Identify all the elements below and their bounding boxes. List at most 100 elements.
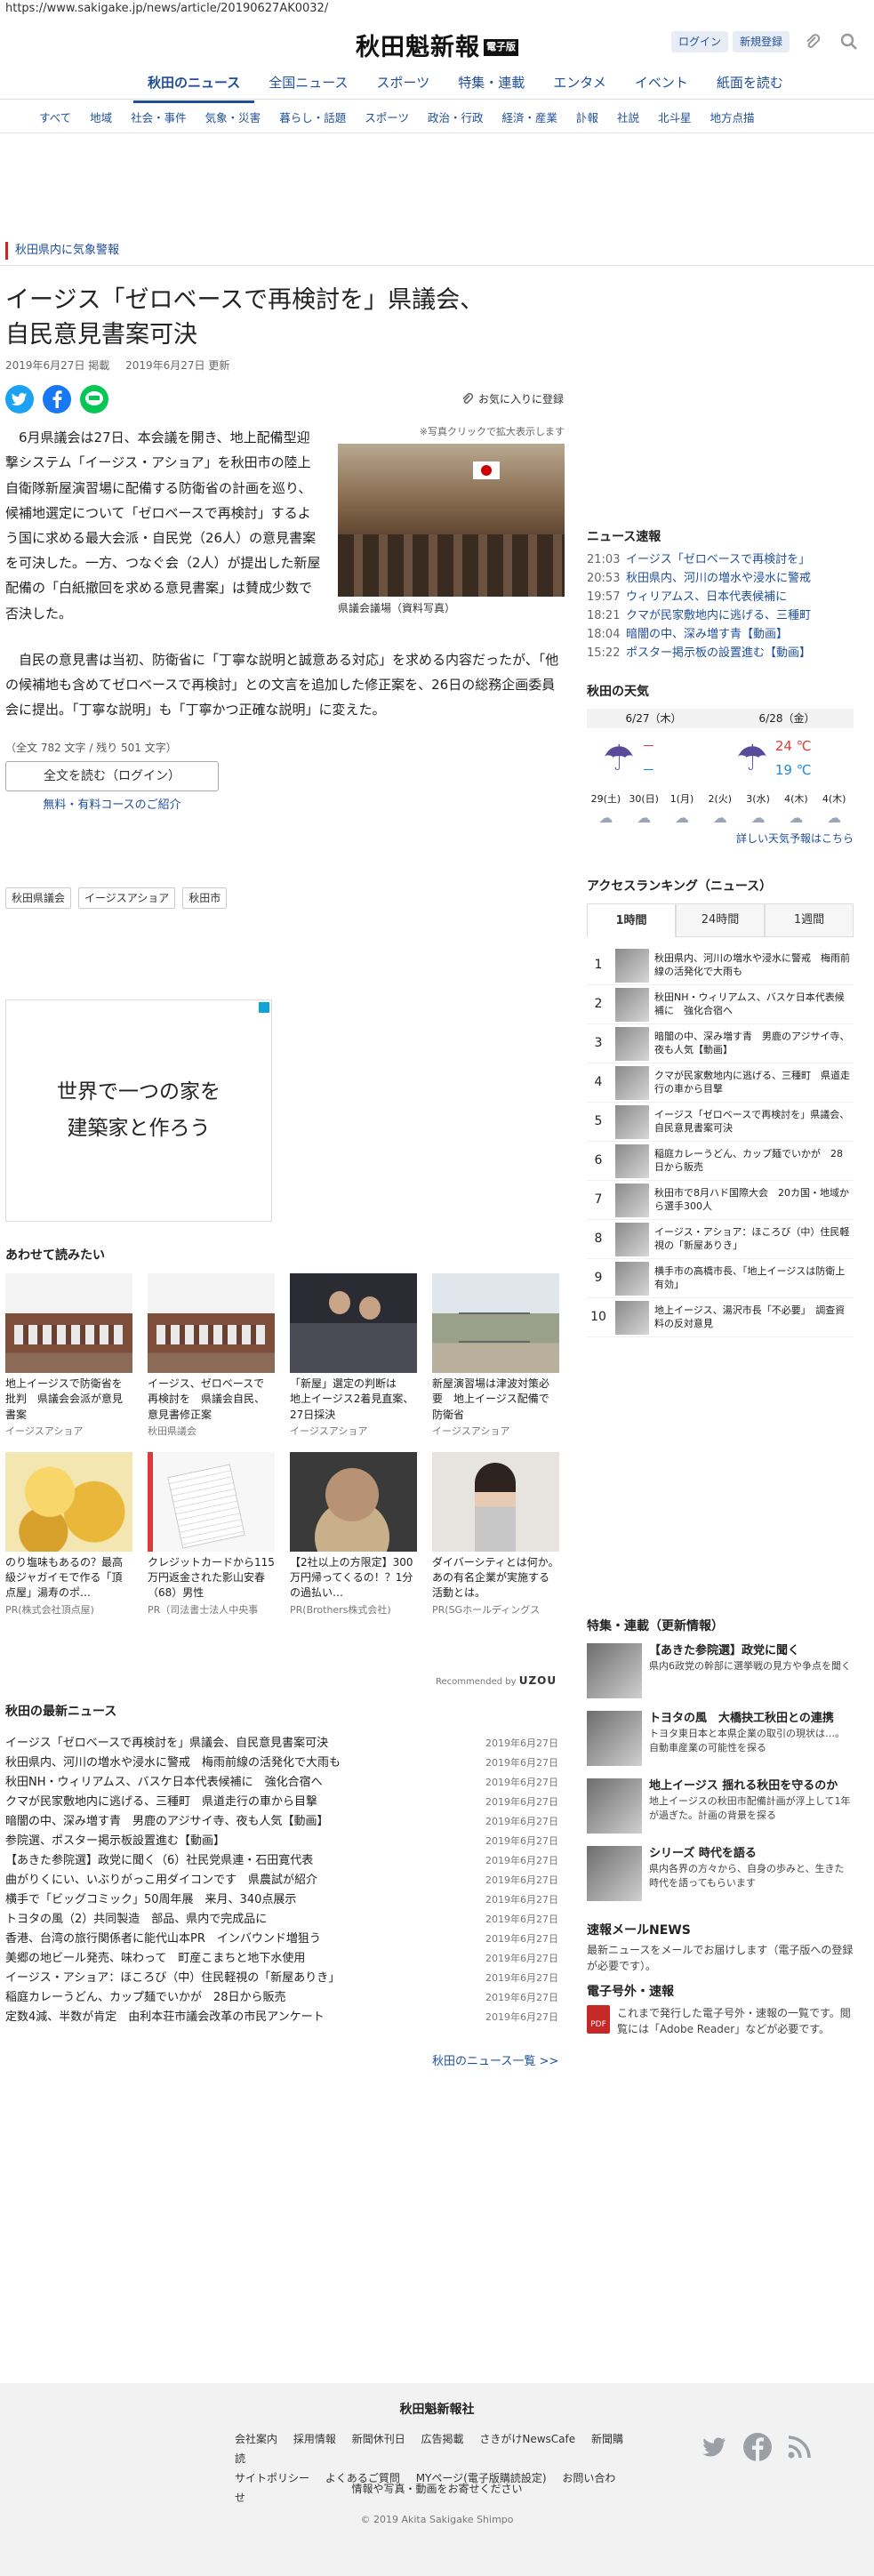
- also-read-card[interactable]: 新屋演習場は津波対策必要 地上イージス配備で防衛省 イージスアショア: [432, 1273, 559, 1440]
- also-read-title: あわせて読みたい: [5, 1248, 105, 1263]
- subnav-politics[interactable]: 政治・行政: [428, 110, 484, 127]
- list-item[interactable]: 20:53 秋田県内、河川の増水や浸水に警戒: [587, 569, 854, 588]
- list-item[interactable]: 横手で「ビッグコミック」50周年展 来月、340点展示 2019年6月27日: [5, 1890, 558, 1910]
- nav-sports[interactable]: スポーツ: [363, 69, 445, 103]
- nav-national-news[interactable]: 全国ニュース: [254, 69, 362, 103]
- list-item[interactable]: 曲がりくにい、いぶりがっこ用ダイコンです 県農試が紹介 2019年6月27日: [5, 1871, 558, 1890]
- nav-features[interactable]: 特集・連載: [444, 69, 539, 103]
- footer-link[interactable]: 採用情報: [293, 2433, 336, 2445]
- list-item[interactable]: 秋田県内、河川の増水や浸水に警戒 梅雨前線の活発化で大雨も 2019年6月27日: [5, 1753, 558, 1773]
- tab-1hour[interactable]: 1時間: [587, 903, 676, 937]
- footer-link[interactable]: 広告掲載: [421, 2433, 464, 2445]
- feature-item[interactable]: 【あきた参院選】政党に聞く 県内6政党の幹部に選挙戦の見方や争点を聞く: [587, 1643, 854, 1704]
- subnav-editorial[interactable]: 社説: [617, 110, 639, 127]
- ranking-item[interactable]: 3 暗闇の中、深み増す青 男鹿のアジサイ寺、夜も人気【動画】: [587, 1024, 854, 1063]
- sponsored-card[interactable]: ダイバーシティとは何か。あの有名企業が実施する活動とは。 PR(SGホールディング…: [432, 1451, 559, 1618]
- latest-news-more-link[interactable]: 秋田のニュース一覧 >>: [432, 2053, 558, 2071]
- ranking-item[interactable]: 2 秋田NH・ウィリアムス、バスケ日本代表候補に 強化合宿へ: [587, 985, 854, 1024]
- nav-paper[interactable]: 紙面を読む: [702, 69, 798, 103]
- features-updates: 特集・連載（更新情報） 【あきた参院選】政党に聞く 県内6政党の幹部に選挙戦の見方…: [587, 1617, 854, 1906]
- line-icon[interactable]: [80, 385, 108, 414]
- nav-entertainment[interactable]: エンタメ: [539, 69, 621, 103]
- footer-link[interactable]: 会社案内: [235, 2433, 277, 2445]
- tag-prefectural-assembly[interactable]: 秋田県議会: [5, 887, 72, 909]
- list-item[interactable]: 定数4減、半数が肯定 由利本荘市議会改革の市民アンケート 2019年6月27日: [5, 2008, 558, 2027]
- list-item[interactable]: イージス・アショア：ほころび（中）住民軽視の「新屋ありき」 2019年6月27日: [5, 1969, 558, 1988]
- umbrella-icon: ☂: [603, 738, 635, 779]
- site-logo[interactable]: 秋田魁新報 電子版: [356, 30, 518, 67]
- plans-link[interactable]: 無料・有料コースのご紹介: [5, 797, 219, 815]
- list-item[interactable]: 香港、台湾の旅行関係者に能代山本PR インバウンド増狙う 2019年6月27日: [5, 1930, 558, 1949]
- ranking-item[interactable]: 10 地上イージス、湯沢市長「不必要」 調查資料の反対意見: [587, 1298, 854, 1337]
- sponsored-card[interactable]: のり塩味もあるの？最高級ジャガイモで作る「頂点屋」湯寿のポ… PR(株式会社頂点屋…: [5, 1451, 132, 1618]
- facebook-icon[interactable]: [743, 2433, 772, 2468]
- subnav-all[interactable]: すべて: [39, 110, 71, 127]
- ranking-item[interactable]: 1 秋田県内、河川の増水や浸水に警戒 梅雨前線の活発化で大雨も: [587, 946, 854, 985]
- e-extra-title[interactable]: 電子号外・速報: [587, 1983, 854, 2002]
- tab-1week[interactable]: 1週間: [765, 903, 854, 937]
- feature-item[interactable]: トヨタの風 大橋抉工秋田との連携 トヨタ東日本と本県企業の取引の現状は…。自動車産…: [587, 1711, 854, 1771]
- sponsored-card[interactable]: 【2社以上の方限定】300万円帰ってくるの！？1分の過払い… PR(Brother…: [290, 1451, 417, 1618]
- twitter-icon[interactable]: [702, 2436, 727, 2464]
- ranking-item[interactable]: 9 横手市の高橋市長、「地上イージスは防衛上有効」: [587, 1259, 854, 1298]
- subnav-local[interactable]: 地方点描: [710, 110, 755, 127]
- list-item[interactable]: トヨタの風（2）共同製造 部品、県内で完成品に 2019年6月27日: [5, 1910, 558, 1930]
- login-button[interactable]: ログイン: [671, 31, 729, 52]
- subnav-life[interactable]: 暮らし・話題: [279, 110, 346, 127]
- footer-link[interactable]: さきがけNewsCafe: [479, 2433, 575, 2445]
- list-item[interactable]: 稲庭カレーうどん、カップ麺でいかが 28日から販売 2019年6月27日: [5, 1988, 558, 2008]
- list-item[interactable]: 19:57 ウィリアムス、日本代表候補に: [587, 588, 854, 606]
- list-item[interactable]: 15:22 ポスター掲示板の設置進む【動画】: [587, 644, 854, 662]
- list-item[interactable]: 18:21 クマが民家敷地内に逃げる、三種町: [587, 606, 854, 625]
- list-item[interactable]: 18:04 暗闇の中、深み増す青【動画】: [587, 625, 854, 644]
- subnav-hokutosei[interactable]: 北斗星: [658, 110, 692, 127]
- ranking-item[interactable]: 5 イージス「ゼロベースで再検討を」県議会、自民意見書案可決: [587, 1103, 854, 1142]
- subnav-society[interactable]: 社会・事件: [131, 110, 187, 127]
- ranking-item[interactable]: 6 稲庭カレーうどん、カップ麺でいかが 28日から販売: [587, 1142, 854, 1181]
- rss-icon[interactable]: [788, 2436, 811, 2465]
- list-item[interactable]: 秋田NH・ウィリアムス、バスケ日本代表候補に 強化合宿へ 2019年6月27日: [5, 1773, 558, 1793]
- subnav-region[interactable]: 地域: [90, 110, 112, 127]
- subnav-sports[interactable]: スポーツ: [365, 110, 409, 127]
- subnav-obituary[interactable]: 訃報: [576, 110, 598, 127]
- search-icon[interactable]: [836, 28, 862, 55]
- clip-icon[interactable]: [799, 28, 826, 55]
- read-full-button[interactable]: 全文を読む（ログイン）: [5, 761, 219, 792]
- add-favorite-button[interactable]: お気に入りに登録: [461, 391, 564, 407]
- list-item[interactable]: 美郷の地ビール発売、味わって 町産こまちと地下水使用 2019年6月27日: [5, 1949, 558, 1969]
- footer-link[interactable]: 新聞休刊日: [352, 2433, 405, 2445]
- list-item[interactable]: 暗闇の中、深み増す青 男鹿のアジサイ寺、夜も人気【動画】 2019年6月27日: [5, 1812, 558, 1832]
- also-read-card[interactable]: 地上イージスで防衛省を批判 県議会会派が意見書案 イージスアショア: [5, 1273, 132, 1440]
- subnav-economy[interactable]: 経済・産業: [501, 110, 557, 127]
- advertisement[interactable]: 世界で一つの家を 建築家と作ろう: [5, 999, 272, 1222]
- feature-item[interactable]: シリーズ 時代を語る 県内各界の方々から、自身の歩みと、生きた時代を語ってもらいま…: [587, 1846, 854, 1906]
- twitter-icon[interactable]: [5, 385, 34, 414]
- also-read-card[interactable]: 「新屋」選定の判断は 地上イージス2着見直案、27日採決 イージスアショア: [290, 1273, 417, 1440]
- recommended-by[interactable]: Recommended by UZOU: [436, 1673, 557, 1689]
- ranking-item[interactable]: 7 秋田市で8月ハド国際大会 20カ国・地域から選手300人: [587, 1181, 854, 1220]
- list-item[interactable]: 21:03 イージス「ゼロベースで再検討を」: [587, 550, 854, 569]
- facebook-icon[interactable]: [43, 385, 71, 414]
- tab-24hours[interactable]: 24時間: [676, 903, 765, 937]
- nav-events[interactable]: イベント: [621, 69, 702, 103]
- ranking-item[interactable]: 8 イージス・アショア：ほころび（中）住民軽視の「新屋ありき」: [587, 1220, 854, 1259]
- ranking-item[interactable]: 4 クマが民家敷地内に逃げる、三種町 県道走行の車から目撃: [587, 1063, 854, 1103]
- nav-akita-news[interactable]: 秋田のニュース: [133, 69, 255, 103]
- also-read-card[interactable]: イージス、ゼロベースで再検討を 県議会自民、意見書修正案 秋田県議会: [148, 1273, 275, 1440]
- list-item[interactable]: 【あきた参院選】政党に聞く（6）社民党県連・石田寛代表 2019年6月27日: [5, 1851, 558, 1871]
- list-item[interactable]: 参院選、ポスター掲示板設置進む【動画】 2019年6月27日: [5, 1832, 558, 1851]
- weather-more-link[interactable]: 詳しい天気予報はこちら: [587, 831, 854, 847]
- ad-choices-icon[interactable]: [259, 1002, 269, 1013]
- article-photo[interactable]: [338, 443, 565, 597]
- list-item[interactable]: クマが民家敷地内に逃げる、三種町 県道走行の車から目撃 2019年6月27日: [5, 1793, 558, 1812]
- tag-akita-city[interactable]: 秋田市: [182, 887, 228, 909]
- list-item[interactable]: イージス「ゼロベースで再検討を」県議会、自民意見書案可決 2019年6月27日: [5, 1734, 558, 1753]
- feature-item[interactable]: 地上イージス 揺れる秋田を守るのか 地上イージスの秋田市配備計画が浮上して1年が過…: [587, 1778, 854, 1839]
- tag-aegis-ashore[interactable]: イージスアショア: [78, 887, 176, 909]
- mail-news-title[interactable]: 速報メールNEWS: [587, 1922, 854, 1940]
- register-button[interactable]: 新規登録: [733, 31, 790, 52]
- footer-submit-tips[interactable]: 情報や写真・動画をお寄せください: [0, 2481, 874, 2497]
- sponsored-card[interactable]: クレジットカードから115万円返金された影山安春（68）男性 PR（司法書士法人中…: [148, 1451, 275, 1618]
- weather-alert-link[interactable]: 秋田県内に気象警報: [5, 242, 119, 260]
- subnav-weather[interactable]: 気象・災害: [205, 110, 261, 127]
